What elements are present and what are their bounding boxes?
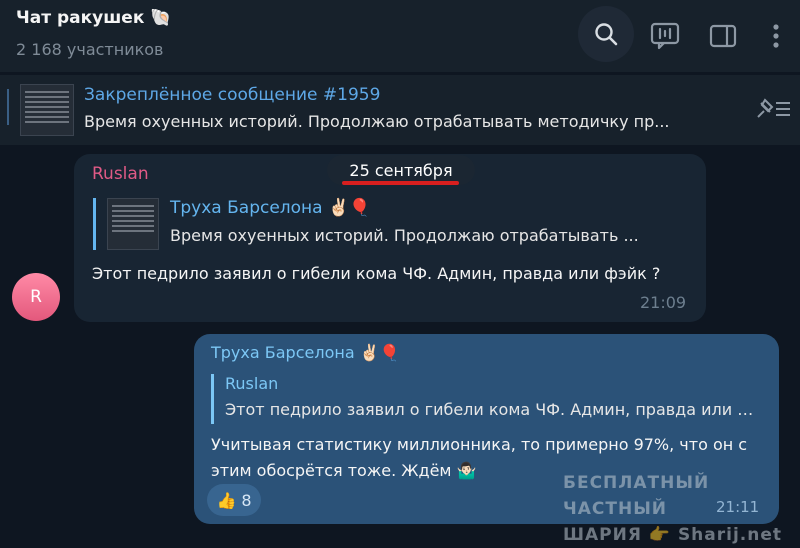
pinned-thumbnail [20, 84, 74, 136]
reply-author[interactable]: Труха Барселона ✌🏻🎈 [170, 198, 370, 218]
reply-thumbnail [107, 198, 159, 250]
reply-text[interactable]: Время охуенных историй. Продолжаю отраба… [170, 226, 680, 245]
search-icon [595, 23, 618, 46]
watermark-line-2: ШАРИЯ 👉 Sharij.net [563, 525, 783, 545]
watermark: БЕСПЛАТНЫЙ ЧАСТНЫЙ ШАРИЯ 👉 Sharij.net [563, 470, 783, 548]
avatar-letter: R [30, 287, 42, 307]
chat-title[interactable]: Чат ракушек 🐚 [16, 8, 171, 28]
pinned-title[interactable]: Закреплённое сообщение #1959 [84, 85, 380, 105]
pinned-text: Время охуенных историй. Продолжаю отраба… [84, 112, 670, 131]
chat-header: Чат ракушек 🐚 2 168 участников [0, 0, 800, 72]
thumbs-up-icon: 👍 [216, 490, 237, 510]
chat-title-text: Чат ракушек [16, 8, 145, 28]
live-stream-icon [650, 22, 680, 50]
more-button[interactable] [750, 10, 800, 62]
sender-name[interactable]: Труха Барселона ✌🏻🎈 [211, 343, 400, 362]
more-vert-icon [773, 24, 779, 48]
unpin-icon[interactable] [752, 95, 794, 123]
pinned-indicator [7, 89, 9, 125]
watermark-line-1: БЕСПЛАТНЫЙ ЧАСТНЫЙ [563, 473, 710, 519]
reaction-chip[interactable]: 👍 8 [207, 484, 261, 516]
reaction-count: 8 [241, 490, 252, 510]
date-label: 25 сентября [349, 160, 453, 180]
date-underline [342, 181, 459, 185]
search-button[interactable] [578, 6, 634, 62]
avatar[interactable]: R [12, 273, 60, 321]
reply-quote-bar [211, 374, 214, 424]
sidebar-toggle-icon [709, 24, 737, 48]
sidebar-toggle-button[interactable] [697, 10, 749, 62]
shell-icon: 🐚 [150, 8, 172, 28]
reply-author[interactable]: Ruslan [225, 374, 278, 393]
reply-text[interactable]: Этот педрило заявил о гибели кома ЧФ. Ад… [225, 400, 765, 419]
message-text: Этот педрило заявил о гибели кома ЧФ. Ад… [92, 264, 661, 283]
live-stream-button[interactable] [639, 10, 691, 62]
reply-quote-bar [93, 198, 96, 250]
member-count: 2 168 участников [16, 40, 164, 59]
sender-name[interactable]: Ruslan [92, 164, 149, 184]
message-time: 21:09 [640, 293, 687, 312]
